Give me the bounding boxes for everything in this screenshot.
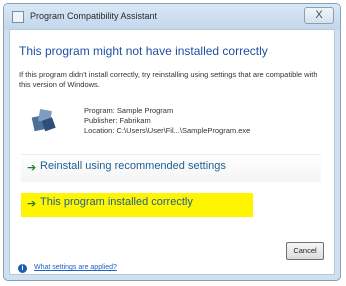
cancel-button[interactable]: Cancel xyxy=(286,242,324,260)
program-name: Program: Sample Program xyxy=(84,106,174,115)
description-text: If this program didn't install correctly… xyxy=(19,70,318,89)
arrow-right-icon: ➔ xyxy=(27,162,37,174)
program-publisher: Publisher: Fabrikam xyxy=(84,116,151,125)
dialog-content: This program might not have installed co… xyxy=(9,29,335,275)
main-instruction: This program might not have installed co… xyxy=(19,44,268,58)
title-bar[interactable]: Program Compatibility Assistant X xyxy=(4,4,340,30)
window-title: Program Compatibility Assistant xyxy=(30,11,158,21)
close-button[interactable]: X xyxy=(304,7,334,24)
settings-help-link[interactable]: What settings are applied? xyxy=(34,264,117,271)
info-icon: i xyxy=(18,264,27,273)
reinstall-command-label: Reinstall using recommended settings xyxy=(40,160,226,172)
installed-correctly-command-link[interactable]: ➔ This program installed correctly xyxy=(21,193,253,217)
arrow-right-icon: ➔ xyxy=(27,198,37,210)
program-info: Program: Sample Program Publisher: Fabri… xyxy=(84,106,250,136)
reinstall-command-link[interactable]: ➔ Reinstall using recommended settings xyxy=(21,154,321,182)
installed-correctly-command-label: This program installed correctly xyxy=(40,196,193,208)
app-icon xyxy=(12,11,24,23)
program-icon xyxy=(31,109,56,132)
program-location: Location: C:\Users\User\Fil...\SamplePro… xyxy=(84,126,251,135)
